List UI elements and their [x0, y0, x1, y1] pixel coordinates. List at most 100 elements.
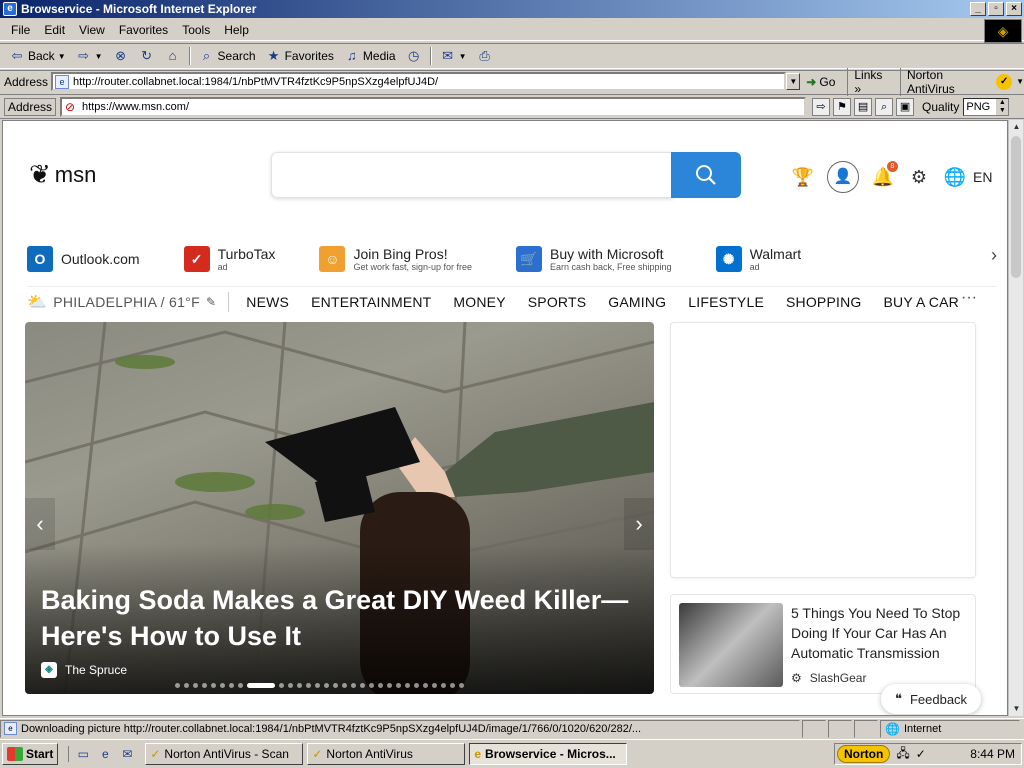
carousel-dot[interactable] — [229, 683, 234, 688]
maximize-button[interactable]: ▫ — [988, 2, 1004, 16]
refresh-button[interactable]: ↻ — [134, 45, 160, 67]
rewards-trophy-icon[interactable]: 🏆 — [791, 165, 815, 189]
close-button[interactable]: × — [1006, 2, 1022, 16]
norton-dropdown-icon[interactable]: ▼ — [1016, 77, 1024, 86]
web-viewport[interactable]: ❦ msn 🏆 👤 🔔 8 ⚙ 🌐 EN O Outlook.com ✓ TurboTa… — [2, 120, 1008, 716]
nav-gaming[interactable]: GAMING — [608, 294, 666, 310]
search-button[interactable]: ⌕ Search — [194, 45, 261, 67]
carousel-dot[interactable] — [423, 683, 428, 688]
carousel-dot[interactable] — [306, 683, 311, 688]
carousel-dot[interactable] — [297, 683, 302, 688]
msn-logo[interactable]: ❦ msn — [29, 159, 96, 190]
news-card[interactable]: 5 Things You Need To Stop Doing If Your … — [670, 594, 976, 694]
back-button[interactable]: ⇦ Back ▼ — [4, 45, 71, 67]
carousel-dot[interactable] — [405, 683, 410, 688]
nav-news[interactable]: NEWS — [246, 294, 289, 310]
carousel-dot[interactable] — [441, 683, 446, 688]
hero-prev-arrow-icon[interactable]: ‹ — [25, 498, 55, 550]
nav-buy-a-car[interactable]: BUY A CAR — [884, 294, 959, 310]
history-button[interactable]: ◷ — [401, 45, 427, 67]
more-ellipsis-icon[interactable]: ··· — [961, 289, 977, 307]
carousel-dot[interactable] — [351, 683, 356, 688]
hero-headline[interactable]: Baking Soda Makes a Great DIY Weed Kille… — [41, 582, 641, 654]
media-button[interactable]: ♫ Media — [339, 45, 401, 67]
home-button[interactable]: ⌂ — [160, 45, 186, 67]
minimize-button[interactable]: _ — [970, 2, 986, 16]
feedback-button[interactable]: ❝ Feedback — [881, 684, 981, 714]
carousel-dot[interactable] — [342, 683, 347, 688]
quality-spinner-icon[interactable]: ▲ ▼ — [996, 98, 1009, 115]
address-dropdown-icon[interactable]: ▼ — [786, 73, 801, 90]
show-desktop-icon[interactable]: ▭ — [75, 746, 91, 762]
carousel-dot[interactable] — [184, 683, 189, 688]
forward-button[interactable]: ⇨ ▼ — [71, 45, 108, 67]
hero-carousel[interactable]: ‹ › Baking Soda Makes a Great DIY Weed K… — [25, 322, 654, 694]
carousel-dot[interactable] — [459, 683, 464, 688]
carousel-dot[interactable] — [396, 683, 401, 688]
edit-pencil-icon[interactable]: ✎ — [206, 295, 216, 309]
address-input[interactable]: e http://router.collabnet.local:1984/1/n… — [51, 72, 787, 91]
scroll-up-arrow-icon[interactable]: ▲ — [1009, 120, 1024, 134]
menu-help[interactable]: Help — [217, 23, 256, 37]
menu-file[interactable]: File — [4, 23, 37, 37]
bookmarks-list-icon[interactable]: ▤ — [854, 97, 873, 116]
carousel-dot[interactable] — [369, 683, 374, 688]
bs-go-icon[interactable]: ⇨ — [812, 97, 831, 116]
news-headline[interactable]: 5 Things You Need To Stop Doing If Your … — [791, 603, 971, 663]
carousel-dot[interactable] — [288, 683, 293, 688]
search-input[interactable] — [271, 152, 673, 198]
back-dropdown-icon[interactable]: ▼ — [58, 52, 66, 61]
carousel-dot[interactable] — [414, 683, 419, 688]
taskbar-task[interactable]: ✓ Norton AntiVirus - Scan — [145, 743, 304, 765]
network-icon[interactable]: 🖧 — [896, 744, 909, 765]
carousel-dot[interactable] — [333, 683, 338, 688]
carousel-dot[interactable] — [193, 683, 198, 688]
shortcut-item[interactable]: O Outlook.com — [27, 246, 140, 272]
mail-dropdown-icon[interactable]: ▼ — [459, 52, 467, 61]
weather-widget[interactable]: ⛅ PHILADELPHIA / 61°F ✎ — [27, 291, 230, 312]
search-submit-button[interactable] — [671, 152, 741, 198]
print-button[interactable]: ⎙ — [472, 45, 498, 67]
carousel-dot[interactable] — [175, 683, 180, 688]
shortcut-item[interactable]: ✺ Walmart ad — [715, 246, 801, 272]
favorites-button[interactable]: ★ Favorites — [261, 45, 339, 67]
quality-selector[interactable]: PNG ▲ ▼ — [963, 97, 1010, 116]
carousel-dot[interactable] — [387, 683, 392, 688]
language-globe-icon[interactable]: 🌐 — [943, 165, 967, 189]
notifications-bell-icon[interactable]: 🔔 8 — [871, 161, 898, 189]
norton-tray-button[interactable]: Norton — [837, 745, 891, 763]
links-button[interactable]: Links » — [847, 67, 892, 96]
menu-view[interactable]: View — [72, 23, 112, 37]
start-button[interactable]: Start — [2, 743, 59, 765]
stop-button[interactable]: ⊗ — [108, 45, 134, 67]
shortcut-item[interactable]: ☺ Join Bing Pros! Get work fast, sign-up f… — [319, 246, 472, 272]
bs-address-input[interactable]: ⊘ https://www.msn.com/ — [60, 96, 807, 117]
carousel-dot[interactable] — [360, 683, 365, 688]
carousel-dot[interactable] — [324, 683, 329, 688]
settings-gear-icon[interactable]: ⚙ — [907, 165, 931, 189]
taskbar-task[interactable]: ✓ Norton AntiVirus — [307, 743, 466, 765]
bookmark-icon[interactable]: ⚑ — [833, 97, 852, 116]
scroll-thumb[interactable] — [1011, 136, 1021, 278]
taskbar-task[interactable]: e Browservice - Micros... — [469, 743, 628, 765]
clock[interactable]: 8:44 PM — [970, 747, 1015, 761]
norton-toolbar[interactable]: Norton AntiVirus ✓ ▼ — [899, 67, 1024, 96]
ie-quicklaunch-icon[interactable]: e — [97, 746, 113, 762]
vertical-scrollbar[interactable]: ▲ ▼ — [1008, 120, 1023, 716]
go-button[interactable]: ➜ Go — [806, 75, 835, 89]
carousel-dot[interactable] — [315, 683, 320, 688]
carousel-dot[interactable] — [238, 683, 243, 688]
nav-entertainment[interactable]: ENTERTAINMENT — [311, 294, 431, 310]
menu-edit[interactable]: Edit — [37, 23, 72, 37]
hero-source[interactable]: ◈ The Spruce — [41, 662, 127, 678]
forward-dropdown-icon[interactable]: ▼ — [95, 52, 103, 61]
scroll-down-arrow-icon[interactable]: ▼ — [1009, 702, 1024, 716]
sign-in-avatar[interactable]: 👤 — [827, 161, 859, 193]
nav-lifestyle[interactable]: LIFESTYLE — [688, 294, 764, 310]
nav-money[interactable]: MONEY — [453, 294, 505, 310]
carousel-dot[interactable] — [279, 683, 284, 688]
mail-button[interactable]: ✉ ▼ — [435, 45, 472, 67]
clipboard-icon[interactable]: ▣ — [896, 97, 915, 116]
menu-tools[interactable]: Tools — [175, 23, 217, 37]
find-icon[interactable]: ⌕ — [875, 97, 894, 116]
